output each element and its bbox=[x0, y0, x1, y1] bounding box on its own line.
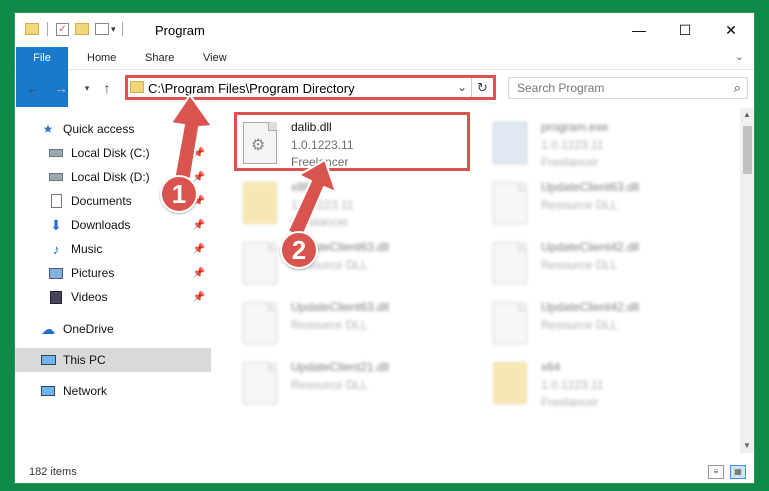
annotation-arrows bbox=[170, 94, 337, 239]
step-2-badge: 2 bbox=[280, 231, 318, 269]
step-1-badge: 1 bbox=[160, 175, 198, 213]
arrow-2 bbox=[287, 159, 337, 239]
arrow-1 bbox=[170, 94, 213, 183]
